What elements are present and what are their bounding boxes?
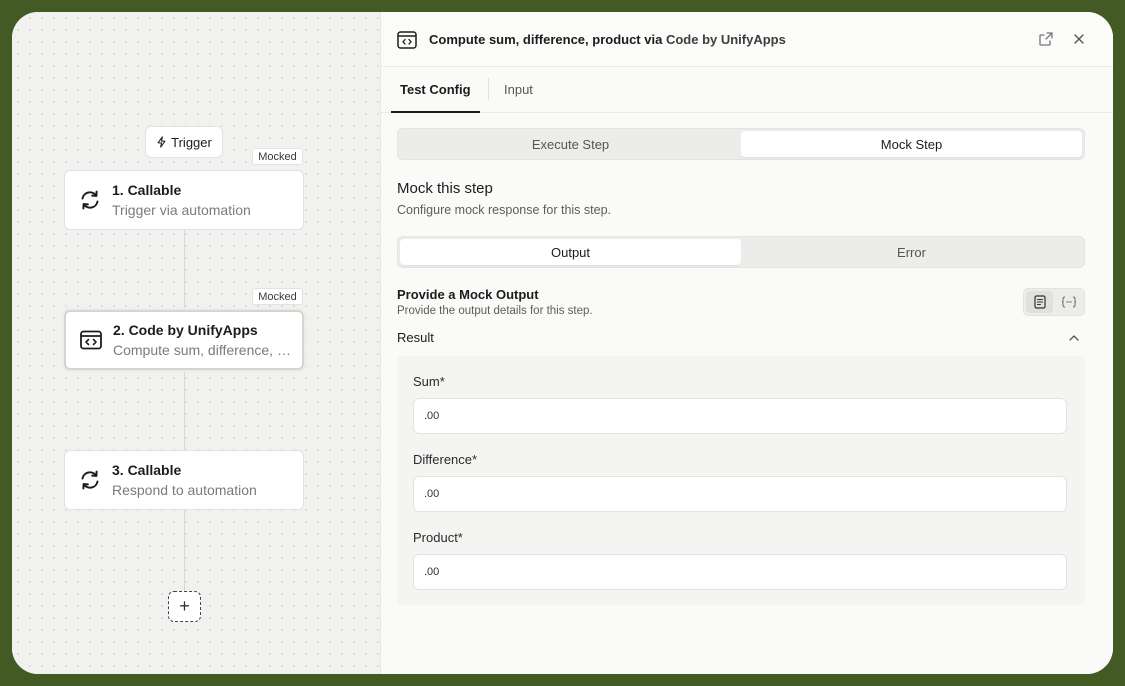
result-fields: Sum* Difference* Product*: [397, 356, 1085, 605]
mock-heading: Mock this step: [397, 180, 493, 197]
workflow-node-code[interactable]: 2. Code by UnifyApps Compute sum, differ…: [64, 310, 304, 370]
error-option[interactable]: Error: [741, 239, 1082, 265]
product-input[interactable]: [413, 554, 1067, 590]
panel-tabs: Test Config Input: [381, 66, 1113, 113]
workflow-node-callable-respond[interactable]: 3. Callable Respond to automation: [64, 450, 304, 510]
node-title: 2. Code by UnifyApps: [113, 322, 258, 338]
step-mode-toggle: Execute Step Mock Step: [397, 128, 1085, 160]
mocked-badge: Mocked: [252, 288, 303, 305]
open-external-icon[interactable]: [1038, 31, 1054, 47]
difference-input[interactable]: [413, 476, 1067, 512]
response-type-toggle: Output Error: [397, 236, 1085, 268]
json-braces-icon: [1061, 296, 1076, 308]
refresh-icon: [81, 190, 99, 210]
add-step-button[interactable]: +: [168, 591, 201, 622]
workflow-node-callable-trigger[interactable]: 1. Callable Trigger via automation: [64, 170, 304, 230]
node-subtitle: Trigger via automation: [112, 202, 251, 218]
chevron-up-icon[interactable]: [1068, 333, 1080, 343]
execute-step-option[interactable]: Execute Step: [400, 131, 741, 157]
node-subtitle: Compute sum, difference, product: [113, 342, 293, 358]
close-icon[interactable]: [1072, 32, 1086, 46]
sum-label: Sum*: [413, 374, 445, 389]
node-title: 1. Callable: [112, 182, 182, 198]
connector-line: [184, 229, 185, 311]
panel-title-app: Code by UnifyApps: [665, 32, 786, 47]
sum-input[interactable]: [413, 398, 1067, 434]
product-label: Product*: [413, 530, 463, 545]
mocked-badge: Mocked: [252, 148, 303, 165]
document-icon: [1033, 295, 1046, 309]
bolt-icon: [157, 136, 166, 148]
panel-title-step: Compute sum, difference, product via: [429, 32, 663, 47]
trigger-label: Trigger: [171, 134, 212, 150]
code-window-icon: [397, 31, 417, 49]
tab-input[interactable]: Input: [504, 66, 533, 112]
step-config-panel: Compute sum, difference, product via Cod…: [380, 12, 1113, 674]
tab-test-config[interactable]: Test Config: [391, 66, 480, 113]
panel-header: Compute sum, difference, product via Cod…: [381, 12, 1113, 67]
json-mode-button[interactable]: [1055, 291, 1082, 313]
tab-divider: [488, 78, 489, 100]
workflow-canvas[interactable]: Trigger Mocked 1. Callable Trigger via a…: [12, 12, 380, 674]
result-section-label[interactable]: Result: [397, 330, 434, 345]
output-option[interactable]: Output: [400, 239, 741, 265]
node-title: 3. Callable: [112, 462, 182, 478]
form-mode-button[interactable]: [1026, 291, 1053, 313]
difference-label: Difference*: [413, 452, 478, 467]
trigger-chip[interactable]: Trigger: [145, 126, 223, 158]
mock-subheading: Configure mock response for this step.: [397, 203, 611, 217]
connector-line: [184, 369, 185, 451]
mock-step-option[interactable]: Mock Step: [741, 131, 1082, 157]
input-mode-toggle: [1023, 288, 1085, 316]
node-subtitle: Respond to automation: [112, 482, 257, 498]
provide-output-subtitle: Provide the output details for this step…: [397, 305, 593, 317]
app-frame: Trigger Mocked 1. Callable Trigger via a…: [12, 12, 1113, 674]
panel-title: Compute sum, difference, product via Cod…: [429, 32, 786, 47]
code-window-icon: [80, 330, 102, 350]
provide-output-title: Provide a Mock Output: [397, 287, 539, 302]
connector-line: [184, 509, 185, 591]
refresh-icon: [81, 470, 99, 490]
